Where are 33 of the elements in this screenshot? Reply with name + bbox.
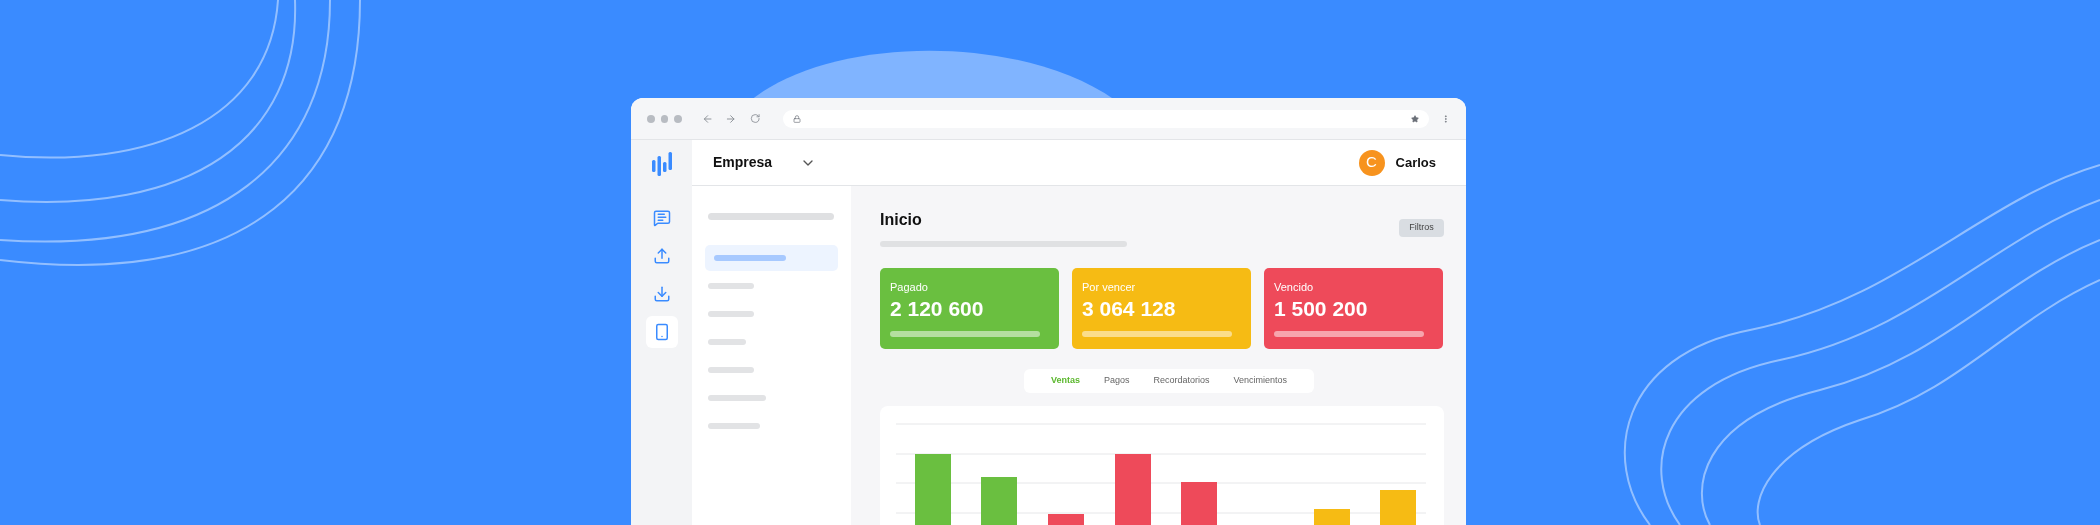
chart-bar bbox=[1314, 509, 1350, 525]
card-value: 1 500 200 bbox=[1274, 295, 1369, 322]
chart-bar bbox=[981, 477, 1017, 525]
chart-tab[interactable]: Pagos bbox=[1103, 374, 1130, 388]
sidebar-button[interactable] bbox=[645, 316, 678, 348]
user-name: Carlos bbox=[1395, 153, 1436, 172]
chart-bar bbox=[915, 454, 951, 525]
back-icon[interactable] bbox=[701, 112, 713, 125]
card-value: 2 120 600 bbox=[890, 295, 985, 322]
card-label: Por vencer bbox=[1082, 280, 1137, 295]
chart-tab[interactable]: Recordatorios bbox=[1153, 374, 1210, 388]
page-title: Inicio bbox=[880, 210, 923, 230]
card-label: Pagado bbox=[890, 280, 929, 295]
lock-icon bbox=[792, 114, 801, 123]
chart-bar bbox=[1048, 514, 1084, 525]
forward-icon[interactable] bbox=[724, 112, 737, 125]
chart-tab[interactable]: Vencimientos bbox=[1233, 374, 1288, 388]
address-field[interactable] bbox=[782, 109, 1429, 128]
message-icon bbox=[652, 209, 671, 227]
avatar: C bbox=[1358, 149, 1385, 176]
upload-icon bbox=[652, 247, 671, 265]
card-label: Vencido bbox=[1274, 280, 1315, 295]
chart-bar bbox=[1380, 490, 1416, 525]
chart-bar bbox=[1115, 454, 1151, 525]
logo-icon bbox=[650, 150, 673, 178]
download-icon bbox=[652, 285, 671, 303]
star-icon[interactable] bbox=[1410, 114, 1419, 123]
card-value: 3 064 128 bbox=[1082, 295, 1177, 322]
chart-bar bbox=[1181, 482, 1217, 525]
reload-icon[interactable] bbox=[750, 113, 761, 124]
filter-button[interactable]: Filtros bbox=[1399, 219, 1444, 237]
nav-item[interactable] bbox=[705, 245, 838, 271]
company-name: Empresa bbox=[713, 153, 773, 172]
